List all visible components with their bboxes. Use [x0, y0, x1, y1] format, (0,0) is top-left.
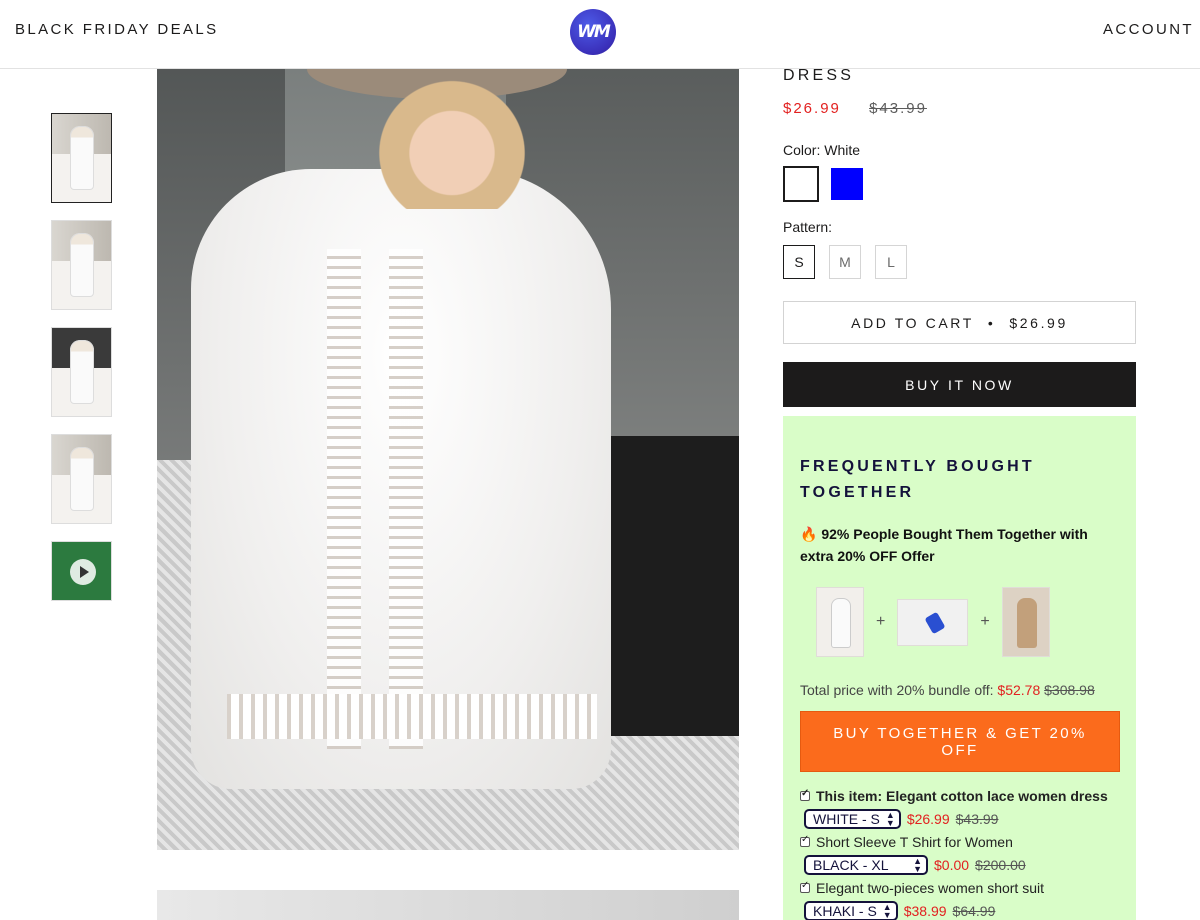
thumbnail-4[interactable] [51, 434, 112, 524]
frequently-bought-together: FREQUENTLY BOUGHT TOGETHER 🔥 92% People … [783, 416, 1136, 920]
add-to-cart-price: $26.99 [1009, 314, 1068, 331]
thumbnail-3[interactable] [51, 327, 112, 417]
pattern-label: Pattern: [783, 219, 833, 235]
product-info: DRESS $26.99 $43.99 Color: White Pattern… [783, 60, 1136, 407]
color-swatches [783, 166, 1136, 202]
bundle-title: FREQUENTLY BOUGHT TOGETHER [800, 454, 1119, 506]
bundle-item-3-old-price: $64.99 [952, 903, 996, 919]
bundle-item-list: This item: Elegant cotton lace women dre… [800, 786, 1119, 920]
bundle-item-3: Elegant two-pieces women short suit [800, 878, 1119, 898]
color-swatch-blue[interactable] [829, 166, 865, 202]
bundle-item-2-price: $0.00 [934, 857, 970, 873]
size-option-s[interactable]: S [783, 245, 815, 279]
size-options: S M L [783, 245, 1136, 279]
color-swatch-white[interactable] [783, 166, 819, 202]
thumbnail-1[interactable] [51, 113, 112, 203]
size-option-m[interactable]: M [829, 245, 861, 279]
product-title: DRESS [783, 67, 855, 84]
buy-together-button[interactable]: BUY TOGETHER & GET 20% OFF [800, 711, 1120, 772]
bundle-item-3-price: $38.99 [903, 903, 947, 919]
bundle-title-line-1: FREQUENTLY BOUGHT [800, 458, 1035, 475]
bundle-item-1-name: This item: Elegant cotton lace women dre… [816, 788, 1108, 804]
bundle-item-image-dress[interactable] [816, 587, 864, 657]
color-label: Color: White [783, 142, 861, 158]
site-header: BLACK FRIDAY DEALS WM ACCOUNT [0, 0, 1200, 69]
bundle-item-1-checkbox[interactable] [800, 788, 810, 801]
separator-dot: • [987, 314, 996, 331]
black-friday-deals-link[interactable]: BLACK FRIDAY DEALS [15, 21, 219, 38]
product-prices: $26.99 $43.99 [783, 100, 1136, 117]
product-thumbnails [51, 113, 113, 618]
main-product-image[interactable] [157, 69, 739, 850]
select-arrows-icon: ▲ ▼ [882, 902, 892, 920]
bundle-total-new: $52.78 [997, 682, 1041, 698]
select-arrows-icon: ▲ ▼ [913, 856, 922, 874]
bundle-promo-line-1: 🔥 92% People Bought Them Together with [800, 526, 1088, 542]
thumbnail-video[interactable] [51, 541, 112, 601]
play-icon [70, 559, 96, 585]
secondary-product-image[interactable] [157, 890, 739, 920]
plus-icon: + [876, 613, 886, 630]
bundle-item-image-tshirt[interactable] [897, 598, 969, 646]
bundle-item-1: This item: Elegant cotton lace women dre… [800, 786, 1119, 806]
bundle-promo-line-2: extra 20% OFF Offer [800, 548, 935, 564]
bundle-item-3-options: KHAKI - S ▲ ▼ $38.99 $64.99 [800, 898, 1119, 920]
bundle-item-2-variant-select[interactable]: BLACK - XL ▲ ▼ [804, 855, 928, 875]
bundle-item-3-checkbox[interactable] [800, 880, 810, 893]
bundle-item-1-price: $26.99 [906, 811, 950, 827]
bundle-item-1-old-price: $43.99 [955, 811, 999, 827]
original-price: $43.99 [869, 100, 927, 117]
logo-text: WM [577, 22, 611, 42]
bundle-total: Total price with 20% bundle off: $52.78 … [800, 682, 1119, 698]
bundle-item-2-checkbox[interactable] [800, 834, 810, 847]
bundle-total-label: Total price with 20% bundle off: [800, 682, 994, 698]
bundle-total-old: $308.98 [1044, 682, 1095, 698]
account-link[interactable]: ACCOUNT [1103, 21, 1194, 38]
bundle-promo: 🔥 92% People Bought Them Together with e… [800, 523, 1119, 567]
bundle-item-3-name: Elegant two-pieces women short suit [816, 880, 1044, 896]
bundle-item-2-name: Short Sleeve T Shirt for Women [816, 834, 1013, 850]
bundle-item-3-variant-select[interactable]: KHAKI - S ▲ ▼ [804, 901, 898, 920]
bundle-item-2-old-price: $200.00 [975, 857, 1026, 873]
plus-icon: + [980, 613, 990, 630]
bundle-item-image-suit[interactable] [1001, 587, 1050, 657]
bundle-item-2-options: BLACK - XL ▲ ▼ $0.00 $200.00 [800, 852, 1119, 878]
bundle-item-1-variant-select[interactable]: WHITE - S ▲ ▼ [804, 809, 901, 829]
buy-it-now-button[interactable]: BUY IT NOW [783, 362, 1136, 407]
bundle-item-images: + + [800, 587, 1119, 657]
bundle-item-1-options: WHITE - S ▲ ▼ $26.99 $43.99 [800, 806, 1119, 832]
sale-price: $26.99 [783, 100, 841, 117]
bundle-title-line-2: TOGETHER [800, 484, 915, 501]
select-arrows-icon: ▲ ▼ [885, 810, 895, 828]
bundle-item-2: Short Sleeve T Shirt for Women [800, 832, 1119, 852]
thumbnail-2[interactable] [51, 220, 112, 310]
site-logo[interactable]: WM [570, 9, 616, 55]
add-to-cart-button[interactable]: ADD TO CART • $26.99 [783, 301, 1136, 344]
add-to-cart-label: ADD TO CART [851, 314, 974, 331]
size-option-l[interactable]: L [875, 245, 907, 279]
